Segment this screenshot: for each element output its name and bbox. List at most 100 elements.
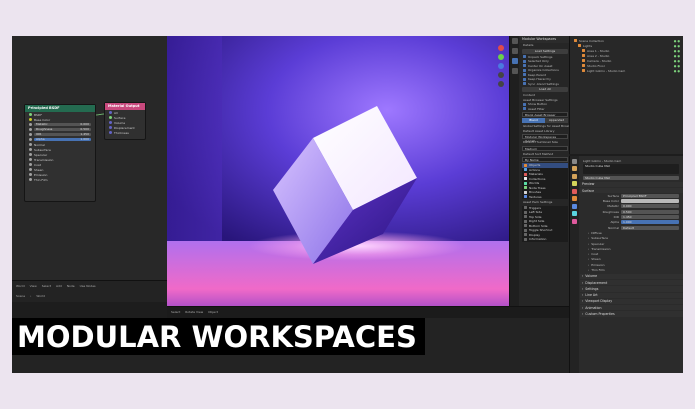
- surface-shader-field[interactable]: Principled BSDF: [621, 193, 679, 198]
- load-all-button[interactable]: Load All: [522, 87, 568, 92]
- socket-icon[interactable]: [29, 123, 32, 126]
- 3d-viewport[interactable]: [167, 36, 509, 306]
- property-value-field[interactable]: Default: [621, 225, 679, 230]
- tool-tab-icon[interactable]: [572, 158, 577, 164]
- asset-type-list[interactable]: Objects Actions Materials Collections Worlds…: [522, 163, 568, 199]
- header-menu-item[interactable]: Use Nodes: [80, 284, 96, 288]
- properties-panel[interactable]: › Custom Properties: [580, 311, 683, 317]
- properties-editor[interactable]: Light Gizmo - Studio Cam Studio Cube Mat…: [569, 156, 683, 373]
- visibility-icon[interactable]: ● ●: [674, 44, 680, 48]
- property-value-field[interactable]: [621, 199, 679, 204]
- socket-icon[interactable]: [29, 168, 32, 171]
- checkbox-icon[interactable]: [523, 107, 526, 111]
- socket-icon[interactable]: [29, 118, 32, 121]
- header-menu-item[interactable]: Node: [67, 284, 75, 288]
- property-row[interactable]: Base Color: [580, 198, 683, 204]
- socket-icon[interactable]: [29, 128, 32, 131]
- tab-addon[interactable]: [511, 68, 518, 74]
- properties-panel[interactable]: › Settings: [580, 286, 683, 292]
- node-input-row[interactable]: Thin Film: [25, 177, 95, 182]
- material-slot-list[interactable]: Studio Cube Mat: [583, 164, 679, 175]
- header-menu-item[interactable]: View: [30, 284, 37, 288]
- socket-icon[interactable]: [109, 121, 112, 124]
- socket-icon[interactable]: [109, 111, 112, 114]
- zoom-icon[interactable]: [498, 72, 504, 78]
- node-output-row[interactable]: Thickness: [105, 130, 145, 135]
- socket-icon[interactable]: [29, 158, 32, 161]
- checkbox-icon[interactable]: [523, 59, 526, 63]
- properties-panel[interactable]: › Volume: [580, 273, 683, 279]
- socket-icon[interactable]: [29, 153, 32, 156]
- asset-filter-field[interactable]: Blank Asset Browser: [522, 112, 568, 117]
- material-tab-icon[interactable]: [572, 218, 577, 224]
- checkbox-icon[interactable]: [523, 102, 526, 106]
- tab-view[interactable]: [511, 58, 518, 64]
- outliner[interactable]: Scene Collection ● ● Lights ● ● Area 1 - Stu…: [569, 36, 683, 154]
- axis-y-icon[interactable]: [498, 54, 504, 60]
- tab-tool[interactable]: [511, 48, 518, 54]
- checkbox-icon[interactable]: [523, 68, 526, 72]
- tab-item[interactable]: [511, 38, 518, 44]
- checkbox-icon[interactable]: [523, 77, 526, 81]
- socket-icon[interactable]: [29, 173, 32, 176]
- checkbox-icon[interactable]: [523, 82, 526, 86]
- socket-icon[interactable]: [109, 126, 112, 129]
- property-row[interactable]: IOR 1.450: [580, 214, 683, 220]
- subpanel-header[interactable]: › Thin Film: [580, 267, 683, 272]
- property-row[interactable]: Roughness 0.500: [580, 209, 683, 214]
- property-value-field[interactable]: 1.450: [621, 215, 679, 220]
- properties-panel[interactable]: › Animation: [580, 305, 683, 311]
- material-name-field[interactable]: Studio Cube Mat: [583, 175, 679, 180]
- physics-tab-icon[interactable]: [572, 211, 577, 216]
- visibility-icon[interactable]: ● ●: [674, 49, 680, 53]
- property-row[interactable]: Normal Default: [580, 225, 683, 230]
- modular-workspaces-panel[interactable]: Modular Workspaces Details Load Settings…: [509, 36, 573, 306]
- outliner-row[interactable]: Light Gizmo - Studio Cam ● ●: [570, 68, 683, 73]
- object-tab-icon[interactable]: [572, 196, 577, 201]
- checkbox-icon[interactable]: [523, 55, 526, 59]
- properties-panel[interactable]: › Displacement: [580, 279, 683, 286]
- axis-z-icon[interactable]: [498, 63, 504, 69]
- material-output-node[interactable]: Material Output All Surface Volume Displace…: [104, 102, 146, 140]
- import-mode-toggle[interactable]: Blend Appended: [522, 118, 568, 123]
- socket-icon[interactable]: [29, 143, 32, 146]
- option-checkbox[interactable]: Sync .blend Settings: [520, 82, 570, 87]
- principled-bsdf-node[interactable]: Principled BSDF BSDF Base Color Metallic 0.…: [24, 104, 96, 202]
- checkbox-icon[interactable]: [523, 73, 526, 77]
- visibility-icon[interactable]: ● ●: [674, 69, 680, 73]
- header-menu-item[interactable]: World: [16, 284, 25, 288]
- asset-pack-list[interactable]: Triggers Left Side Top Side Right Side Botto…: [522, 205, 568, 242]
- asset-pack-item[interactable]: Information: [522, 237, 568, 242]
- modifier-tab-icon[interactable]: [572, 203, 577, 209]
- property-value-field[interactable]: 1.000: [621, 220, 679, 225]
- socket-icon[interactable]: [29, 133, 32, 136]
- socket-icon[interactable]: [29, 113, 32, 116]
- socket-icon[interactable]: [29, 138, 32, 141]
- world-tab-icon[interactable]: [572, 188, 577, 194]
- pan-icon[interactable]: [498, 81, 504, 87]
- blend-option[interactable]: Blend: [522, 118, 545, 123]
- visibility-icon[interactable]: ● ●: [674, 54, 680, 58]
- visibility-icon[interactable]: ● ●: [674, 64, 680, 68]
- default-library-field[interactable]: Modular Workspaces (Local): [522, 134, 568, 143]
- shader-node-editor[interactable]: Principled BSDF BSDF Base Color Metallic 0.…: [12, 36, 167, 281]
- axis-x-icon[interactable]: [498, 45, 504, 51]
- option-checkbox[interactable]: Asset Filter: [520, 107, 570, 112]
- appended-option[interactable]: Appended: [545, 118, 568, 123]
- socket-icon[interactable]: [29, 163, 32, 166]
- details-toggle[interactable]: Details: [520, 43, 570, 48]
- load-settings-button[interactable]: Load Settings: [522, 48, 568, 54]
- visibility-icon[interactable]: ● ●: [674, 59, 680, 63]
- socket-icon[interactable]: [109, 131, 112, 134]
- node-value-field[interactable]: Alpha 1.000: [34, 137, 91, 142]
- properties-panel[interactable]: › Line Art: [580, 292, 683, 298]
- header-menu-item[interactable]: Add: [56, 284, 62, 288]
- preview-panel[interactable]: Preview: [580, 181, 683, 187]
- socket-icon[interactable]: [109, 116, 112, 119]
- node-value-field[interactable]: Roughness 0.500: [34, 127, 91, 132]
- sort-method-field[interactable]: By Name: [522, 157, 568, 162]
- asset-type-item[interactable]: Textures: [522, 195, 568, 200]
- thumbnail-size-field[interactable]: Medium: [522, 145, 568, 151]
- render-tab-icon[interactable]: [572, 166, 577, 171]
- properties-panel[interactable]: › Viewport Display: [580, 298, 683, 305]
